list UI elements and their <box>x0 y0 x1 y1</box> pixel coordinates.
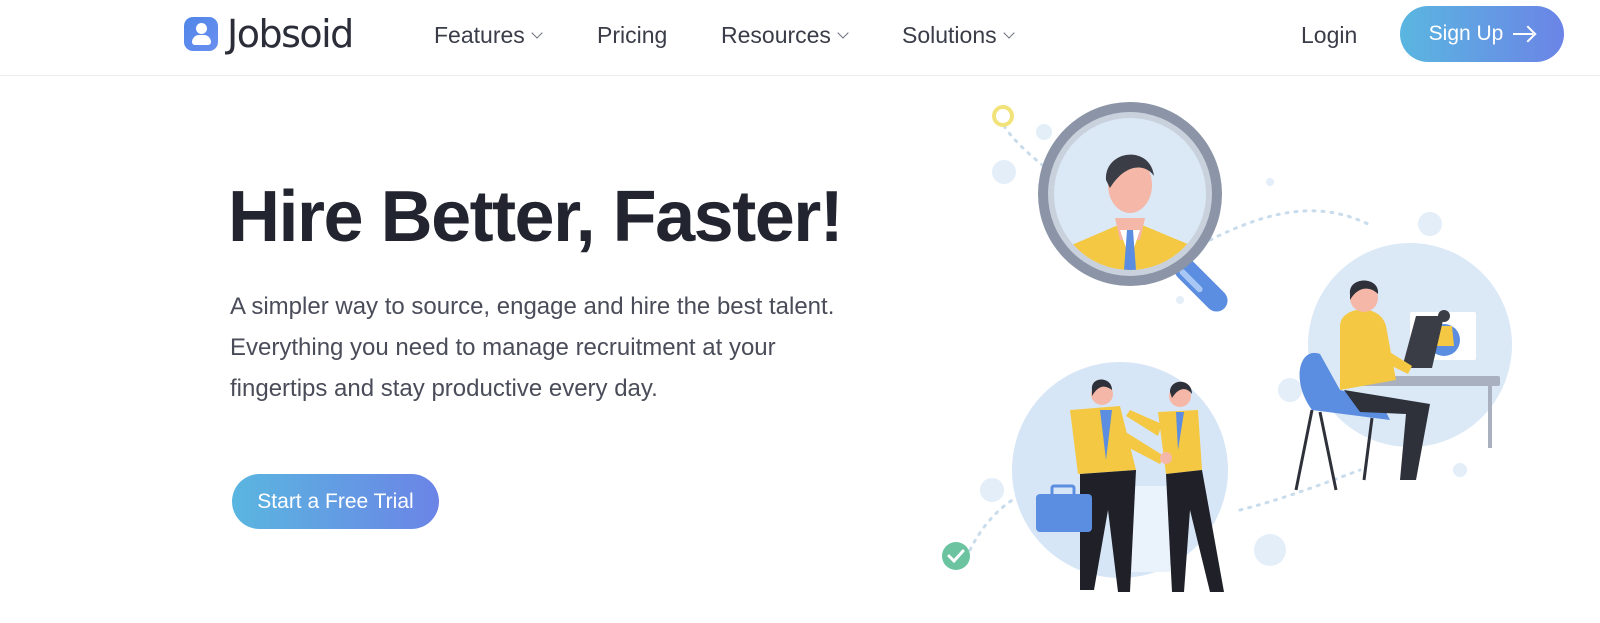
check-circle-icon <box>942 542 970 570</box>
nav-item-label: Pricing <box>597 21 668 48</box>
hiring-illustration <box>942 102 1512 592</box>
arrow-right-icon <box>1513 27 1535 41</box>
cta-label: Start a Free Trial <box>257 489 414 513</box>
nav-item-label: Solutions <box>902 21 997 48</box>
brand-name: Jobsoid <box>227 12 354 56</box>
login-label: Login <box>1301 21 1358 48</box>
nav-item-resources[interactable]: Resources <box>721 18 849 52</box>
chevron-down-icon <box>1002 26 1015 39</box>
hero-title: Hire Better, Faster! <box>228 177 844 257</box>
nav-item-label: Resources <box>721 21 831 48</box>
candidate-video-call-illustration <box>1294 243 1512 491</box>
sign-up-label: Sign Up <box>1428 22 1504 45</box>
nav-item-label: Features <box>434 21 525 48</box>
handshake-illustration <box>1012 362 1228 592</box>
nav-item-solutions[interactable]: Solutions <box>902 18 1015 52</box>
nav-item-pricing[interactable]: Pricing <box>597 18 667 52</box>
chevron-down-icon <box>531 26 543 39</box>
brand-logo[interactable]: Jobsoid <box>184 12 354 56</box>
person-badge-icon <box>184 17 218 51</box>
start-free-trial-button[interactable]: Start a Free Trial <box>232 474 439 529</box>
hero-subtitle: A simpler way to source, engage and hire… <box>230 293 835 402</box>
login-link[interactable]: Login <box>1301 18 1357 52</box>
magnifier-icon <box>1038 102 1228 312</box>
top-navigation-bar: Jobsoid Features Pricing Resources Solut… <box>0 0 1600 76</box>
ring-decoration <box>992 105 1014 127</box>
chevron-down-icon <box>837 26 849 39</box>
nav-item-features[interactable]: Features <box>434 18 543 52</box>
sign-up-button[interactable]: Sign Up <box>1400 6 1564 62</box>
